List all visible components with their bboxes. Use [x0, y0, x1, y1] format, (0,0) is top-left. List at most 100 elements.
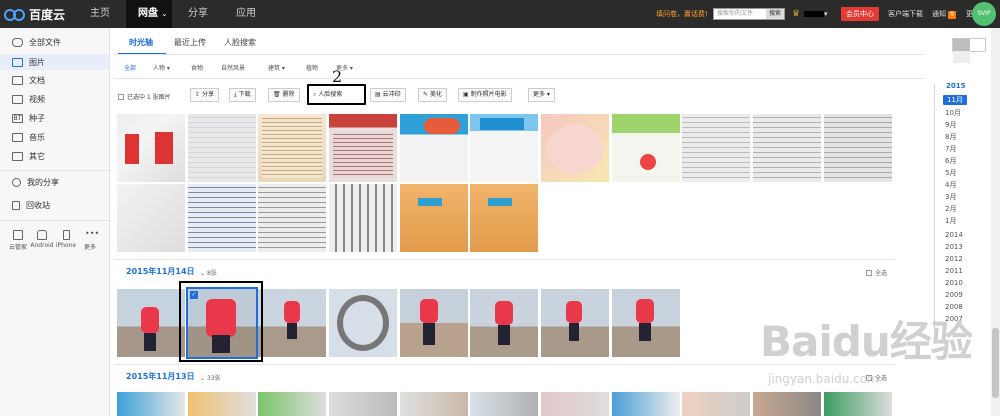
photo-thumbnail[interactable] — [753, 392, 821, 416]
photo-thumbnail[interactable] — [258, 184, 326, 252]
tab-recent-uploads[interactable]: 最近上传 — [174, 37, 206, 48]
floating-status-avatar[interactable]: SVIP — [972, 2, 996, 26]
sidebar-item-videos[interactable]: 视频 — [12, 91, 45, 107]
timeline-month[interactable]: 1月 — [945, 216, 956, 226]
timeline-month[interactable]: 5月 — [945, 168, 956, 178]
photo-thumbnail[interactable] — [329, 184, 397, 252]
baidu-cloud-logo[interactable]: 百度云 — [4, 5, 65, 23]
sidebar-item-music[interactable]: 音乐 — [12, 129, 45, 145]
client-download-link[interactable]: 客户端下载 — [888, 0, 923, 28]
section-select-all[interactable]: 全选 — [866, 268, 887, 277]
timeline-month[interactable]: 8月 — [945, 132, 956, 142]
sidebar-item-images[interactable]: 图片 — [0, 54, 109, 70]
photo-thumbnail[interactable] — [117, 392, 185, 416]
timeline-month-active[interactable]: 11月 — [943, 95, 967, 105]
filter-architecture[interactable]: 建筑 ▾ — [268, 63, 285, 72]
photo-thumbnail[interactable] — [470, 184, 538, 252]
photo-thumbnail[interactable] — [400, 289, 468, 357]
search-button[interactable]: 搜索 — [766, 9, 784, 19]
share-button[interactable]: ⇪ 分享 — [190, 88, 219, 102]
photo-thumbnail[interactable] — [188, 184, 256, 252]
notification-link[interactable]: 通知 9 — [932, 0, 957, 28]
username-dropdown[interactable]: ▾ — [804, 0, 830, 28]
photo-thumbnail[interactable] — [188, 114, 256, 182]
photo-thumbnail[interactable] — [400, 184, 468, 252]
photo-thumbnail[interactable] — [824, 114, 892, 182]
timeline-month[interactable]: 10月 — [945, 108, 961, 118]
filter-plants[interactable]: 植物 — [306, 63, 318, 72]
photo-thumbnail[interactable] — [612, 289, 680, 357]
photo-thumbnail[interactable] — [470, 289, 538, 357]
photo-thumbnail[interactable] — [470, 392, 538, 416]
photo-thumbnail[interactable] — [400, 114, 468, 182]
download-button[interactable]: ⤓ 下载 — [229, 88, 256, 102]
make-photo-movie-button[interactable]: ▣ 制作照片电影 — [458, 88, 512, 102]
photo-thumbnail[interactable] — [329, 114, 397, 182]
filter-people[interactable]: 人物 ▾ — [153, 63, 170, 72]
timeline-year[interactable]: 2012 — [945, 255, 963, 263]
timeline-month[interactable]: 9月 — [945, 120, 956, 130]
photo-thumbnail[interactable] — [541, 392, 609, 416]
device-iphone[interactable]: iPhone — [54, 230, 78, 249]
sidebar-item-my-shares[interactable]: 我的分享 — [12, 174, 59, 190]
delete-button[interactable]: 🗑 删除 — [268, 88, 300, 102]
sidebar-item-documents[interactable]: 文档 — [12, 72, 45, 88]
photo-thumbnail[interactable] — [541, 289, 609, 357]
timeline-year[interactable]: 2013 — [945, 243, 963, 251]
photo-thumbnail[interactable] — [329, 392, 397, 416]
view-toggle[interactable] — [952, 38, 986, 63]
photo-thumbnail[interactable] — [117, 184, 185, 252]
beautify-button[interactable]: ✎ 美化 — [418, 88, 447, 102]
list-view-icon[interactable] — [953, 51, 970, 63]
photo-thumbnail[interactable] — [470, 114, 538, 182]
photo-thumbnail[interactable] — [682, 392, 750, 416]
timeline-year[interactable]: 2014 — [945, 231, 963, 239]
nav-apps[interactable]: 应用 — [236, 0, 260, 28]
photo-thumbnail[interactable] — [753, 114, 821, 182]
nav-home[interactable]: 主页 — [90, 0, 114, 28]
device-cloud-manager[interactable]: 云管家 — [6, 230, 30, 251]
tab-timeline[interactable]: 时光轴 — [129, 37, 153, 48]
sidebar-item-all-files[interactable]: 全部文件 — [12, 34, 61, 50]
scrollbar-thumb[interactable] — [992, 328, 999, 398]
photo-thumbnail[interactable] — [824, 392, 892, 416]
filter-all[interactable]: 全部 — [124, 63, 136, 72]
photo-thumbnail[interactable] — [258, 114, 326, 182]
photo-thumbnail[interactable] — [329, 289, 397, 357]
photo-thumbnail[interactable] — [612, 114, 680, 182]
photo-thumbnail[interactable] — [117, 289, 185, 357]
device-more[interactable]: ••• 更多 — [78, 230, 102, 252]
cloud-print-button[interactable]: ▤ 云冲印 — [370, 88, 406, 102]
select-all-checkbox[interactable] — [118, 94, 124, 100]
timeline-year[interactable]: 2009 — [945, 291, 963, 299]
timeline-month[interactable]: 2月 — [945, 204, 956, 214]
device-android[interactable]: Android — [30, 230, 54, 249]
filter-scenery[interactable]: 自然风景 — [221, 63, 245, 72]
sidebar-item-recycle-bin[interactable]: 回收站 — [12, 197, 50, 213]
vertical-scrollbar[interactable] — [991, 28, 1000, 416]
select-all-checkbox[interactable] — [866, 270, 872, 276]
timeline-month[interactable]: 7月 — [945, 144, 956, 154]
photo-thumbnail[interactable] — [188, 392, 256, 416]
timeline-year-current[interactable]: 2015 — [946, 82, 965, 90]
filter-food[interactable]: 食物 — [191, 63, 203, 72]
sidebar-item-torrents[interactable]: BT 种子 — [12, 110, 45, 126]
timeline-year[interactable]: 2010 — [945, 279, 963, 287]
face-search-button[interactable]: ⌕ 人脸搜索 — [307, 84, 366, 105]
photo-thumbnail[interactable] — [612, 392, 680, 416]
photo-thumbnail[interactable] — [541, 114, 609, 182]
sidebar-item-other[interactable]: 其它 — [12, 148, 45, 164]
more-actions-button[interactable]: 更多 ▾ — [528, 88, 555, 102]
timeline-year[interactable]: 2011 — [945, 267, 963, 275]
photo-thumbnail[interactable] — [117, 114, 185, 182]
timeline-month[interactable]: 3月 — [945, 192, 956, 202]
survey-promo-link[interactable]: 填问卷，赢话费! — [656, 0, 708, 28]
photo-thumbnail[interactable] — [258, 392, 326, 416]
grid-view-icon[interactable] — [953, 39, 970, 51]
nav-share[interactable]: 分享 — [188, 0, 212, 28]
timeline-month[interactable]: 4月 — [945, 180, 956, 190]
vip-center-button[interactable]: 会员中心 — [841, 7, 879, 21]
nav-netdisk[interactable]: 网盘 ⌄ — [126, 0, 172, 28]
photo-thumbnail[interactable] — [400, 392, 468, 416]
photo-thumbnail[interactable] — [682, 114, 750, 182]
